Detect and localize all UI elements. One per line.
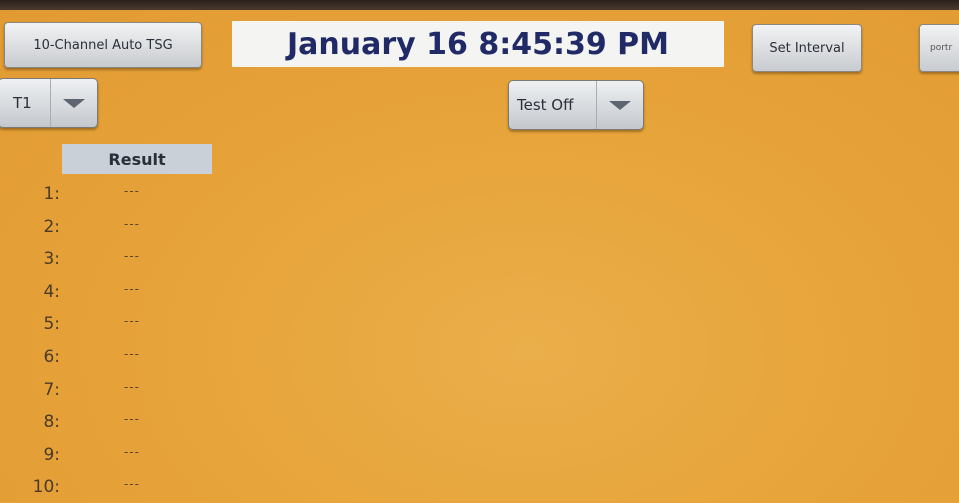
row-number: 2: [43,216,60,237]
row-number: 8: [43,412,60,433]
table-row: 10: --- [0,473,300,503]
table-row: 2: --- [0,213,300,243]
row-result: --- [124,379,140,394]
channel-select[interactable]: T1 [0,78,98,128]
chevron-down-icon [63,98,85,108]
set-interval-button[interactable]: Set Interval [752,24,862,72]
row-result: --- [124,249,140,264]
table-row: 8: --- [0,408,300,438]
result-column-header: Result [62,144,212,174]
row-number: 6: [43,347,60,367]
datetime-display: January 16 8:45:39 PM [232,21,724,67]
channel-mode-button[interactable]: 10-Channel Auto TSG [4,22,202,68]
row-number: 10: [32,477,60,498]
app-screen: 10-Channel Auto TSG January 16 8:45:39 P… [0,0,959,502]
channel-select-arrow[interactable] [50,79,97,127]
row-number: 1: [43,184,60,204]
row-number: 7: [43,379,60,400]
row-result: --- [124,477,140,492]
channel-select-value: T1 [13,94,32,112]
portrait-button[interactable]: portr [919,24,959,72]
table-row: 1: --- [0,180,300,210]
table-row: 9: --- [0,441,300,471]
chevron-down-icon [609,100,631,110]
row-result: --- [124,347,140,361]
table-row: 3: --- [0,245,300,275]
table-row: 4: --- [0,278,300,308]
row-number: 9: [43,444,60,465]
table-row: 5: --- [0,310,300,340]
table-row: 6: --- [0,343,300,373]
row-result: --- [124,412,140,427]
row-result: --- [124,281,140,296]
table-row: 7: --- [0,376,300,406]
device-bezel [0,0,959,10]
row-result: --- [124,184,140,198]
row-result: --- [124,314,140,329]
test-select-value: Test Off [517,96,574,114]
row-result: --- [124,216,140,231]
row-number: 4: [43,281,60,302]
row-result: --- [124,444,140,459]
test-select[interactable]: Test Off [508,80,644,130]
test-select-arrow[interactable] [596,81,643,129]
row-number: 3: [43,249,60,270]
row-number: 5: [43,314,60,335]
